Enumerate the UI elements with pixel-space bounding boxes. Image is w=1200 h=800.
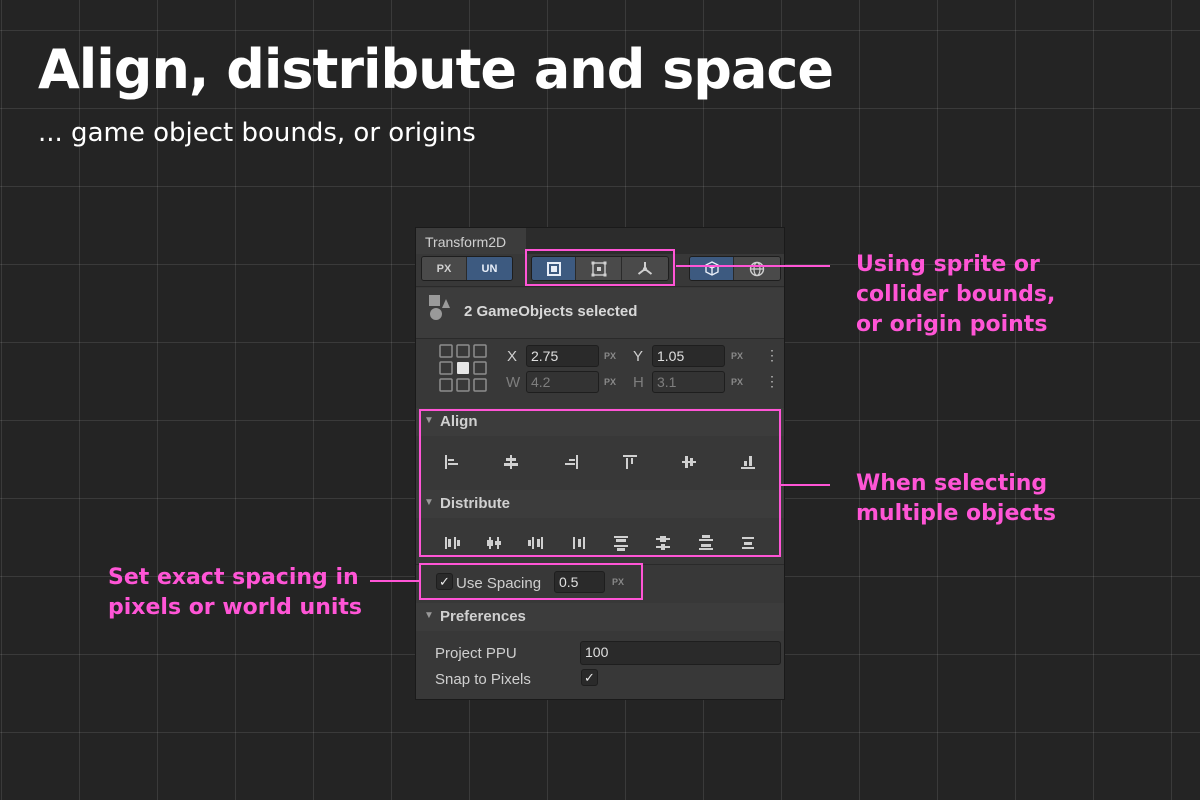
space-toggle [689,256,781,281]
align-center-horizontal-icon [504,455,518,469]
x-field[interactable]: 2.75 [526,345,599,367]
align-bottom-button[interactable] [736,450,760,474]
bounds-connector-line [676,265,830,267]
distribute-center-horizontal-button[interactable] [482,531,506,555]
panel-tab[interactable]: Transform2D [416,228,526,254]
distribute-spacing-horizontal-icon [573,537,585,549]
bounds-mode-toggle [531,256,669,281]
ppu-field[interactable]: 100 [580,641,781,665]
hero-subtitle: ... game object bounds, or origins [38,118,476,148]
y-field[interactable]: 1.05 [652,345,725,367]
distribute-bottom-button[interactable] [694,531,718,555]
distribute-top-icon [614,536,628,551]
distribute-center-horizontal-icon [487,537,501,549]
collapse-arrow-icon: ▼ [424,610,434,621]
distribute-spacing-horizontal-button[interactable] [567,531,591,555]
x-unit: PX [604,351,617,361]
distribute-bottom-icon [699,535,713,550]
spacing-field[interactable]: 0.5 [554,571,605,593]
distribute-spacing-vertical-button[interactable] [736,531,760,555]
align-middle-vertical-button[interactable] [677,450,701,474]
align-top-icon [623,455,637,469]
callout-multiple: When selecting multiple objects [856,471,1057,526]
hero-title: Align, distribute and space [38,38,834,101]
collider-bounds-icon [591,261,606,276]
align-title: Align [440,413,478,430]
spacing-connector-line [370,580,419,582]
align-left-icon [445,455,458,469]
use-spacing-label: Use Spacing [456,575,542,592]
preferences-section-header[interactable]: ▼ Preferences [416,603,784,631]
distribute-middle-vertical-icon [656,536,670,550]
h-label: H [633,374,644,391]
w-field[interactable]: 4.2 [526,371,599,393]
distribute-right-icon [528,537,543,549]
square-bounds-icon [546,261,561,276]
origin-points-button[interactable] [622,257,668,280]
spacing-unit: PX [612,577,625,587]
selection-row: 2 GameObjects selected [416,288,784,338]
y-unit: PX [731,351,744,361]
use-spacing-checkbox[interactable]: ✓ [436,573,453,590]
snap-label: Snap to Pixels [435,671,531,688]
local-space-button[interactable] [690,257,734,280]
origin-points-icon [637,261,653,275]
divider [416,338,784,339]
panel-header-strip [526,228,784,254]
align-top-button[interactable] [618,450,642,474]
distribute-section-header[interactable]: ▼ Distribute [416,490,784,518]
position-more-icon[interactable]: ⋮ [765,347,779,364]
shapes-icon [429,295,450,320]
x-label: X [507,348,518,365]
collapse-arrow-icon: ▼ [424,415,434,426]
distribute-top-button[interactable] [609,531,633,555]
w-label: W [506,374,521,391]
ppu-label: Project PPU [435,645,517,662]
unit-toggle: PX UN [421,256,513,281]
h-unit: PX [731,377,744,387]
align-bottom-icon [741,456,755,469]
sprite-bounds-button[interactable] [532,257,576,280]
preferences-title: Preferences [440,608,526,625]
local-cube-icon [704,260,719,276]
distribute-left-button[interactable] [440,531,464,555]
selection-count-text: 2 GameObjects selected [464,303,638,320]
callout-spacing: Set exact spacing in pixels or world uni… [108,565,363,620]
align-section-header[interactable]: ▼ Align [416,408,784,436]
align-right-icon [565,455,578,469]
anchor-grid-icon[interactable] [438,343,488,393]
multiple-connector-line [781,484,830,486]
distribute-left-icon [445,537,460,549]
distribute-title: Distribute [440,495,511,512]
divider [416,286,784,287]
size-more-icon[interactable]: ⋮ [765,373,779,390]
distribute-spacing-vertical-icon [742,537,754,549]
collider-bounds-button[interactable] [576,257,622,280]
align-middle-vertical-icon [682,456,696,468]
world-space-button[interactable] [734,257,780,280]
unit-un-button[interactable]: UN [467,257,512,280]
distribute-right-button[interactable] [524,531,548,555]
unit-px-button[interactable]: PX [422,257,467,280]
callout-bounds: Using sprite or collider bounds, or orig… [856,252,1056,337]
panel: Transform2D PX UN 2 GameObjects selected [415,227,785,700]
distribute-middle-vertical-button[interactable] [651,531,675,555]
align-right-button[interactable] [559,450,583,474]
y-label: Y [633,348,644,365]
h-field[interactable]: 3.1 [652,371,725,393]
world-globe-icon [749,261,765,276]
collapse-arrow-icon: ▼ [424,497,434,508]
w-unit: PX [604,377,617,387]
align-center-horizontal-button[interactable] [499,450,523,474]
divider [416,564,784,565]
snap-to-pixels-checkbox[interactable]: ✓ [581,669,598,686]
align-left-button[interactable] [440,450,464,474]
